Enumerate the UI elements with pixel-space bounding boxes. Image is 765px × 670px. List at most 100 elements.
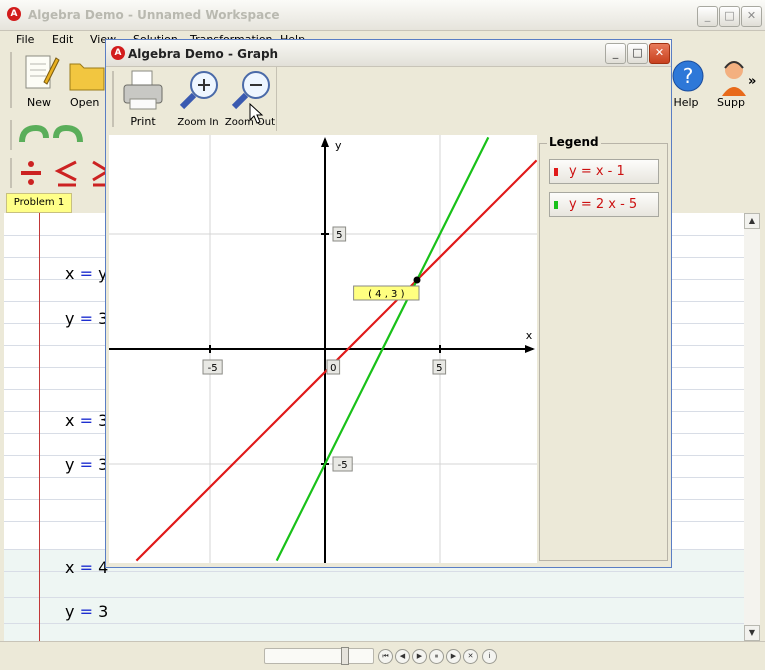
- intersection-point: [413, 276, 421, 284]
- equation-line[interactable]: y = 3: [65, 455, 108, 474]
- toolbar-grip: [112, 71, 114, 127]
- y-tick-label: 5: [336, 230, 342, 241]
- new-document-icon: [25, 55, 60, 89]
- equation-lhs: y: [65, 309, 75, 328]
- graph-plot-area[interactable]: x y -5 5 5 -5 0 ( 4 , 3 ): [109, 135, 538, 563]
- stop-icon[interactable]: ✕: [463, 649, 478, 664]
- print-button[interactable]: Print: [120, 69, 166, 129]
- divide-icon[interactable]: [18, 158, 44, 188]
- equation-equals: =: [79, 264, 93, 283]
- equation-line[interactable]: y = 3: [65, 602, 108, 621]
- print-button-label: Print: [130, 115, 156, 128]
- equation-lhs: y: [65, 602, 75, 621]
- x-tick-label: 5: [436, 363, 442, 374]
- menu-file[interactable]: File: [16, 33, 34, 46]
- zoom-in-icon: [179, 71, 218, 110]
- maximize-icon[interactable]: □: [719, 6, 740, 27]
- toolbar-grip: [10, 52, 12, 108]
- legend-panel: Legend y = x - 1 y = 2 x - 5: [539, 135, 669, 563]
- zoom-in-button-label: Zoom In: [177, 117, 219, 128]
- toolbar-overflow-icon[interactable]: »: [748, 74, 756, 89]
- equation-line[interactable]: x = 4: [65, 558, 108, 577]
- close-icon[interactable]: ✕: [741, 6, 762, 27]
- ruled-line: [4, 597, 744, 598]
- legend-entry-label: y = 2 x - 5: [569, 197, 638, 212]
- equation-lhs: x: [65, 264, 75, 283]
- graph-toolbar: Print Zoom In Zoom Out: [106, 67, 671, 131]
- equation-line[interactable]: x = y: [65, 264, 108, 283]
- support-agent-icon: [722, 61, 746, 96]
- menu-edit[interactable]: Edit: [52, 33, 73, 46]
- rewind-icon[interactable]: ◀: [395, 649, 410, 664]
- main-window-title: Algebra Demo - Unnamed Workspace: [28, 8, 280, 22]
- legend-entry-label: y = x - 1: [569, 164, 625, 179]
- toolbar-separator: [276, 67, 277, 131]
- scroll-down-icon[interactable]: ▼: [744, 625, 760, 641]
- minimize-icon[interactable]: _: [605, 43, 626, 64]
- equation-lhs: y: [65, 455, 75, 474]
- open-button[interactable]: Open: [66, 52, 108, 112]
- less-or-equal-icon[interactable]: [54, 158, 80, 188]
- x-tick-label: -5: [208, 363, 218, 374]
- x-axis-arrow-icon: [525, 345, 535, 353]
- help-button[interactable]: ? Help: [668, 52, 704, 112]
- equation-lhs: x: [65, 411, 75, 430]
- edit-toolbar: [0, 118, 110, 154]
- graph-canvas[interactable]: x y -5 5 5 -5 0 ( 4 , 3 ): [109, 135, 538, 563]
- equation-rhs: 3: [98, 602, 109, 621]
- app-logo-icon: A: [111, 46, 125, 60]
- ruled-line: [4, 571, 744, 572]
- app-logo-icon: A: [7, 7, 21, 21]
- equation-equals: =: [79, 602, 93, 621]
- operator-toolbar: [0, 156, 110, 190]
- equation-line[interactable]: x = 3: [65, 411, 108, 430]
- support-button-label: Supp: [717, 96, 745, 109]
- y-axis-label: y: [335, 139, 342, 152]
- equation-equals: =: [79, 309, 93, 328]
- graph-window-title: Algebra Demo - Graph: [128, 47, 279, 61]
- maximize-icon[interactable]: □: [627, 43, 648, 64]
- playback-slider-thumb[interactable]: [341, 647, 349, 665]
- equation-line[interactable]: y = 3: [65, 309, 108, 328]
- playback-bar: ⏮ ◀ ▶ ⏸ ▶ ✕ i: [0, 641, 765, 670]
- help-button-label: Help: [673, 96, 699, 109]
- pause-icon[interactable]: ⏸: [429, 649, 444, 664]
- new-button[interactable]: New: [18, 52, 60, 112]
- legend-swatch: [554, 201, 558, 209]
- skip-start-icon[interactable]: ⏮: [378, 649, 393, 664]
- origin-label: 0: [330, 363, 336, 374]
- printer-icon: [123, 70, 163, 110]
- margin-line: [39, 213, 40, 641]
- graph-titlebar[interactable]: A Algebra Demo - Graph _ □ ✕: [106, 40, 671, 67]
- undo-icon[interactable]: [16, 122, 50, 148]
- legend-entry-line-2[interactable]: y = 2 x - 5: [549, 192, 659, 217]
- mouse-cursor-icon: [249, 103, 264, 124]
- redo-icon[interactable]: [52, 122, 86, 148]
- support-button[interactable]: Supp: [712, 52, 748, 112]
- toolbar-grip: [10, 158, 12, 188]
- vertical-scrollbar[interactable]: ▲ ▼: [744, 213, 760, 641]
- help-icon: ?: [672, 60, 704, 92]
- ruled-line: [4, 623, 744, 624]
- y-tick-label: -5: [338, 460, 348, 471]
- toolbar-grip: [10, 120, 12, 150]
- intersection-label: ( 4 , 3 ): [368, 289, 405, 300]
- equation-equals: =: [79, 411, 93, 430]
- equation-equals: =: [79, 558, 93, 577]
- playback-slider[interactable]: [264, 647, 374, 665]
- zoom-in-button[interactable]: Zoom In: [172, 69, 224, 129]
- close-icon[interactable]: ✕: [649, 43, 670, 64]
- fast-forward-icon[interactable]: ▶: [446, 649, 461, 664]
- main-titlebar: A Algebra Demo - Unnamed Workspace _ □ ✕: [0, 0, 765, 31]
- legend-entry-line-1[interactable]: y = x - 1: [549, 159, 659, 184]
- x-axis-label: x: [526, 329, 533, 342]
- equation-lhs: x: [65, 558, 75, 577]
- tab-problem-1[interactable]: Problem 1: [6, 193, 72, 213]
- play-icon[interactable]: ▶: [412, 649, 427, 664]
- minimize-icon[interactable]: _: [697, 6, 718, 27]
- scroll-up-icon[interactable]: ▲: [744, 213, 760, 229]
- y-axis-arrow-icon: [321, 137, 329, 147]
- info-icon[interactable]: i: [482, 649, 497, 664]
- open-folder-icon: [69, 63, 105, 91]
- equation-equals: =: [79, 455, 93, 474]
